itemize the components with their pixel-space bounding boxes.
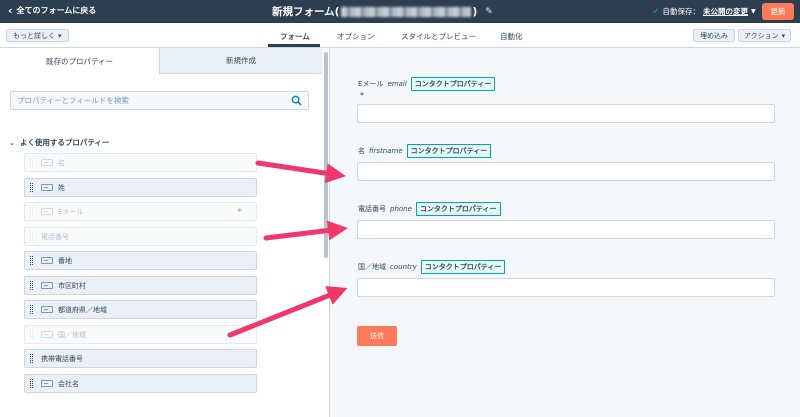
search-icon [291,95,302,106]
top-bar: ‹ 全てのフォームに戻る 新規フォーム( ) ✎ ✓ 自動保存： 未公開の変更 … [0,0,800,23]
property-item[interactable]: 携帯電話番号 [24,349,257,368]
form-title-text: 新規フォーム( [272,6,340,18]
property-item[interactable]: 会社名 [24,374,257,393]
drag-handle-icon [30,330,33,339]
frequently-used-section[interactable]: ⌄ よく使用するプロパティー [9,137,109,148]
text-field-icon [41,282,53,289]
property-item: 国／地域 [24,325,257,344]
property-label: 都道府県／地域 [58,305,107,314]
field-internal-name: email [387,80,407,88]
update-button[interactable]: 更新 [762,3,794,20]
required-star-icon: ✱ [236,207,242,214]
phone-field[interactable] [357,220,775,239]
autosave-prefix: 自動保存： [662,7,701,16]
text-field-icon [41,184,53,191]
scrollbar[interactable] [324,52,328,258]
field-internal-name: firstname [369,147,403,155]
actions-label: アクション [744,31,779,40]
field-label-text: 国／地域 [358,263,386,271]
caret-down-icon: ▾ [58,31,62,40]
tab-options[interactable]: オプション [337,31,375,42]
form-title-close: ) [472,5,478,18]
drag-handle-icon[interactable] [30,305,33,314]
property-item: 名 [24,153,257,172]
back-label: 全てのフォームに戻る [16,6,97,15]
property-item[interactable]: 番地 [24,251,257,270]
field-label-phone: 電話番号 phone コンタクトプロパティー [358,202,501,216]
back-to-forms-link[interactable]: ‹ 全てのフォームに戻る [8,5,96,16]
field-label-email: Eメール email コンタクトプロパティー [358,77,496,91]
field-internal-name: phone [390,205,412,213]
field-internal-name: country [390,263,417,271]
property-item: Eメール ✱ [24,202,257,221]
text-field-icon [41,380,53,387]
property-label: 市区町村 [58,281,86,290]
field-label-text: 電話番号 [358,205,386,213]
property-label: 携帯電話番号 [41,354,83,363]
text-field-icon [41,257,53,264]
properties-panel: 既存のプロパティー 新規作成 プロパティーとフィールドを検索 ⌄ よく使用するプ… [0,48,330,417]
property-item[interactable]: 都道府県／地域 [24,300,257,319]
drag-handle-icon[interactable] [30,256,33,265]
property-label: 会社名 [58,379,79,388]
property-item: 電話番号 [24,227,257,246]
more-details-button[interactable]: もっと詳しく ▾ [6,29,69,42]
field-label-country: 国／地域 country コンタクトプロパティー [358,260,506,274]
tab-automation[interactable]: 自動化 [500,31,523,42]
text-field-icon [41,331,53,338]
contact-property-badge: コンタクトプロパティー [415,202,501,216]
field-label-text: 名 [358,147,365,155]
firstname-field[interactable] [357,162,775,181]
property-label: 姓 [58,183,65,192]
autosave-status[interactable]: ✓ 自動保存： 未公開の変更 ▼ [652,6,756,17]
search-placeholder: プロパティーとフィールドを検索 [17,96,129,105]
property-label: 番地 [58,256,72,265]
check-icon: ✓ [652,6,660,17]
property-item[interactable]: 市区町村 [24,276,257,295]
chevron-left-icon: ‹ [8,3,13,17]
tab-existing-properties[interactable]: 既存のプロパティー [0,48,160,74]
required-mark: * [360,91,364,100]
tab-create-new[interactable]: 新規作成 [160,48,322,74]
caret-down-icon: ▾ [781,31,786,40]
drag-handle-icon [30,207,33,216]
drag-handle-icon[interactable] [30,379,33,388]
section-title: よく使用するプロパティー [19,138,110,147]
field-label-firstname: 名 firstname コンタクトプロパティー [358,144,492,158]
country-field[interactable] [357,278,775,297]
tab-form[interactable]: フォーム [280,31,310,42]
property-label: 名 [58,158,65,167]
contact-property-badge: コンタクトプロパティー [406,144,492,158]
drag-handle-icon [30,232,33,241]
contact-property-badge: コンタクトプロパティー [420,260,506,274]
property-search-input[interactable]: プロパティーとフィールドを検索 [10,91,309,110]
text-field-icon [41,208,53,215]
more-details-label: もっと詳しく [13,31,55,40]
submit-button[interactable]: 送信 [357,326,397,346]
form-title[interactable]: 新規フォーム( ) ✎ [272,4,493,19]
caret-down-icon: ▼ [751,8,756,15]
actions-button[interactable]: アクション ▾ [738,29,792,42]
property-label: 国／地域 [58,330,86,339]
field-label-text: Eメール [358,80,384,88]
redacted-title-part [341,6,472,17]
text-field-icon [41,306,53,313]
text-field-icon [41,159,53,166]
drag-handle-icon[interactable] [30,281,33,290]
drag-handle-icon[interactable] [30,354,33,363]
pencil-icon[interactable]: ✎ [485,7,493,17]
property-item[interactable]: 姓 [24,178,257,197]
tab-bar: もっと詳しく ▾ フォーム オプション スタイルとプレビュー 自動化 埋め込み … [0,23,800,48]
contact-property-badge: コンタクトプロパティー [410,77,496,91]
property-label: Eメール [58,207,84,216]
embed-button[interactable]: 埋め込み [693,29,735,42]
chevron-down-icon: ⌄ [9,138,15,147]
unpublished-changes-link[interactable]: 未公開の変更 [703,6,748,17]
property-label: 電話番号 [41,232,69,241]
email-field[interactable] [357,104,775,123]
tab-style-preview[interactable]: スタイルとプレビュー [401,31,476,42]
drag-handle-icon[interactable] [30,183,33,192]
active-tab-indicator [268,44,320,47]
drag-handle-icon [30,158,33,167]
